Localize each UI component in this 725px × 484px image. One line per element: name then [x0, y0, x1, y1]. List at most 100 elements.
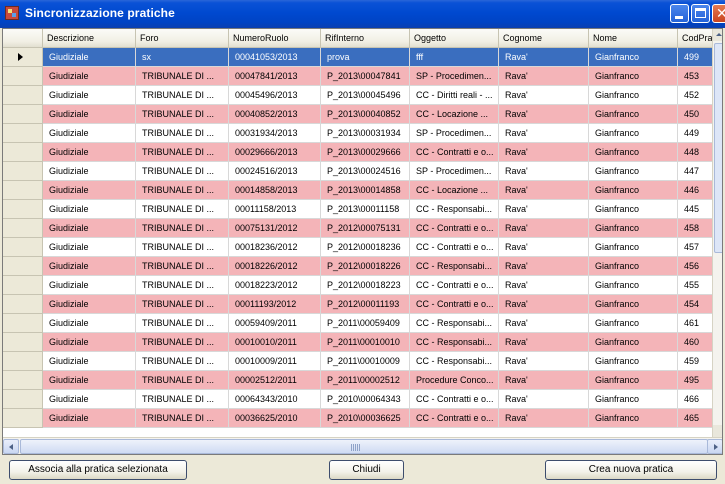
table-cell[interactable]: TRIBUNALE DI ... — [136, 67, 229, 86]
column-header[interactable]: RifInterno — [321, 29, 410, 48]
table-cell[interactable]: P_2013\00014858 — [321, 181, 410, 200]
table-cell[interactable]: 00018226/2012 — [229, 257, 321, 276]
table-cell[interactable]: CC - Locazione ... — [410, 181, 499, 200]
table-cell[interactable]: Giudiziale — [43, 181, 136, 200]
table-cell[interactable]: 00047841/2013 — [229, 67, 321, 86]
maximize-button[interactable] — [691, 4, 710, 23]
table-cell[interactable]: Giudiziale — [43, 371, 136, 390]
table-cell[interactable]: Giudiziale — [43, 86, 136, 105]
table-cell[interactable]: Giudiziale — [43, 48, 136, 67]
table-cell[interactable]: Rava' — [499, 162, 589, 181]
table-row[interactable]: Giudiziale TRIBUNALE DI ... 00064343/2010 P… — [3, 390, 718, 409]
table-cell[interactable]: Gianfranco — [589, 200, 678, 219]
table-cell[interactable]: Rava' — [499, 67, 589, 86]
table-cell[interactable]: Gianfranco — [589, 162, 678, 181]
row-header[interactable] — [3, 333, 43, 352]
table-cell[interactable]: Giudiziale — [43, 333, 136, 352]
table-cell[interactable]: Gianfranco — [589, 86, 678, 105]
table-cell[interactable]: Rava' — [499, 276, 589, 295]
table-cell[interactable]: Procedure Conco... — [410, 371, 499, 390]
table-cell[interactable]: Rava' — [499, 333, 589, 352]
table-cell[interactable]: P_2012\00075131 — [321, 219, 410, 238]
table-cell[interactable]: TRIBUNALE DI ... — [136, 105, 229, 124]
table-cell[interactable]: 00045496/2013 — [229, 86, 321, 105]
table-cell[interactable]: TRIBUNALE DI ... — [136, 181, 229, 200]
table-cell[interactable]: Giudiziale — [43, 352, 136, 371]
table-cell[interactable]: Gianfranco — [589, 333, 678, 352]
title-bar[interactable]: Sincronizzazione pratiche ✕ — [0, 0, 725, 28]
table-cell[interactable]: Giudiziale — [43, 162, 136, 181]
table-cell[interactable]: Gianfranco — [589, 409, 678, 428]
table-cell[interactable]: Gianfranco — [589, 390, 678, 409]
table-cell[interactable]: 00041053/2013 — [229, 48, 321, 67]
table-cell[interactable]: Rava' — [499, 409, 589, 428]
table-cell[interactable]: Giudiziale — [43, 295, 136, 314]
scroll-down-icon[interactable] — [713, 425, 722, 437]
table-cell[interactable]: P_2013\00040852 — [321, 105, 410, 124]
table-cell[interactable]: TRIBUNALE DI ... — [136, 143, 229, 162]
column-header[interactable]: Descrizione — [43, 29, 136, 48]
column-header[interactable]: NumeroRuolo — [229, 29, 321, 48]
table-cell[interactable]: Gianfranco — [589, 295, 678, 314]
table-cell[interactable]: P_2011\00059409 — [321, 314, 410, 333]
row-header[interactable] — [3, 200, 43, 219]
table-cell[interactable]: TRIBUNALE DI ... — [136, 295, 229, 314]
table-cell[interactable]: Rava' — [499, 86, 589, 105]
table-cell[interactable]: P_2010\00064343 — [321, 390, 410, 409]
table-cell[interactable]: P_2013\00024516 — [321, 162, 410, 181]
table-cell[interactable]: 00036625/2010 — [229, 409, 321, 428]
table-cell[interactable]: 00018236/2012 — [229, 238, 321, 257]
table-cell[interactable]: CC - Diritti reali - ... — [410, 86, 499, 105]
table-row[interactable]: Giudiziale TRIBUNALE DI ... 00047841/2013 P… — [3, 67, 718, 86]
table-cell[interactable]: TRIBUNALE DI ... — [136, 314, 229, 333]
table-cell[interactable]: Gianfranco — [589, 219, 678, 238]
table-cell[interactable]: Rava' — [499, 105, 589, 124]
table-row[interactable]: Giudiziale TRIBUNALE DI ... 00018236/2012 P… — [3, 238, 718, 257]
scroll-left-icon[interactable] — [3, 439, 19, 454]
column-header[interactable]: Oggetto — [410, 29, 499, 48]
table-cell[interactable]: SP - Procedimen... — [410, 124, 499, 143]
table-cell[interactable]: Giudiziale — [43, 257, 136, 276]
table-cell[interactable]: Gianfranco — [589, 143, 678, 162]
close-window-button[interactable]: ✕ — [712, 4, 725, 23]
table-cell[interactable]: P_2013\00047841 — [321, 67, 410, 86]
table-cell[interactable]: Rava' — [499, 238, 589, 257]
table-row[interactable]: Giudiziale TRIBUNALE DI ... 00040852/2013 P… — [3, 105, 718, 124]
associate-button[interactable]: Associa alla pratica selezionata — [9, 460, 187, 480]
table-row[interactable]: Giudiziale TRIBUNALE DI ... 00031934/2013 P… — [3, 124, 718, 143]
table-cell[interactable]: Gianfranco — [589, 238, 678, 257]
row-header[interactable] — [3, 162, 43, 181]
table-row[interactable]: Giudiziale sx 00041053/2013 prova fff Rava' Gi… — [3, 48, 718, 67]
column-header[interactable]: Nome — [589, 29, 678, 48]
table-cell[interactable]: 00011193/2012 — [229, 295, 321, 314]
table-cell[interactable]: 00002512/2011 — [229, 371, 321, 390]
table-cell[interactable]: Rava' — [499, 143, 589, 162]
table-cell[interactable]: TRIBUNALE DI ... — [136, 162, 229, 181]
row-header[interactable] — [3, 48, 43, 67]
table-cell[interactable]: TRIBUNALE DI ... — [136, 124, 229, 143]
table-cell[interactable]: 00075131/2012 — [229, 219, 321, 238]
table-row[interactable]: Giudiziale TRIBUNALE DI ... 00075131/2012 P… — [3, 219, 718, 238]
table-cell[interactable]: P_2013\00045496 — [321, 86, 410, 105]
table-cell[interactable]: Giudiziale — [43, 238, 136, 257]
row-header[interactable] — [3, 314, 43, 333]
table-cell[interactable]: TRIBUNALE DI ... — [136, 257, 229, 276]
table-cell[interactable]: Gianfranco — [589, 181, 678, 200]
table-row[interactable]: Giudiziale TRIBUNALE DI ... 00029666/2013 P… — [3, 143, 718, 162]
row-header[interactable] — [3, 295, 43, 314]
table-cell[interactable]: CC - Contratti e o... — [410, 409, 499, 428]
table-cell[interactable]: TRIBUNALE DI ... — [136, 238, 229, 257]
table-cell[interactable]: Gianfranco — [589, 105, 678, 124]
table-cell[interactable]: Giudiziale — [43, 219, 136, 238]
table-cell[interactable]: CC - Contratti e o... — [410, 390, 499, 409]
row-header[interactable] — [3, 238, 43, 257]
scroll-right-icon[interactable] — [707, 439, 722, 454]
table-cell[interactable]: P_2011\00010010 — [321, 333, 410, 352]
table-cell[interactable]: P_2011\00002512 — [321, 371, 410, 390]
table-cell[interactable]: Rava' — [499, 48, 589, 67]
row-header[interactable] — [3, 276, 43, 295]
table-cell[interactable]: Rava' — [499, 390, 589, 409]
table-cell[interactable]: P_2013\00011158 — [321, 200, 410, 219]
create-button[interactable]: Crea nuova pratica — [545, 460, 717, 480]
table-cell[interactable]: Giudiziale — [43, 409, 136, 428]
